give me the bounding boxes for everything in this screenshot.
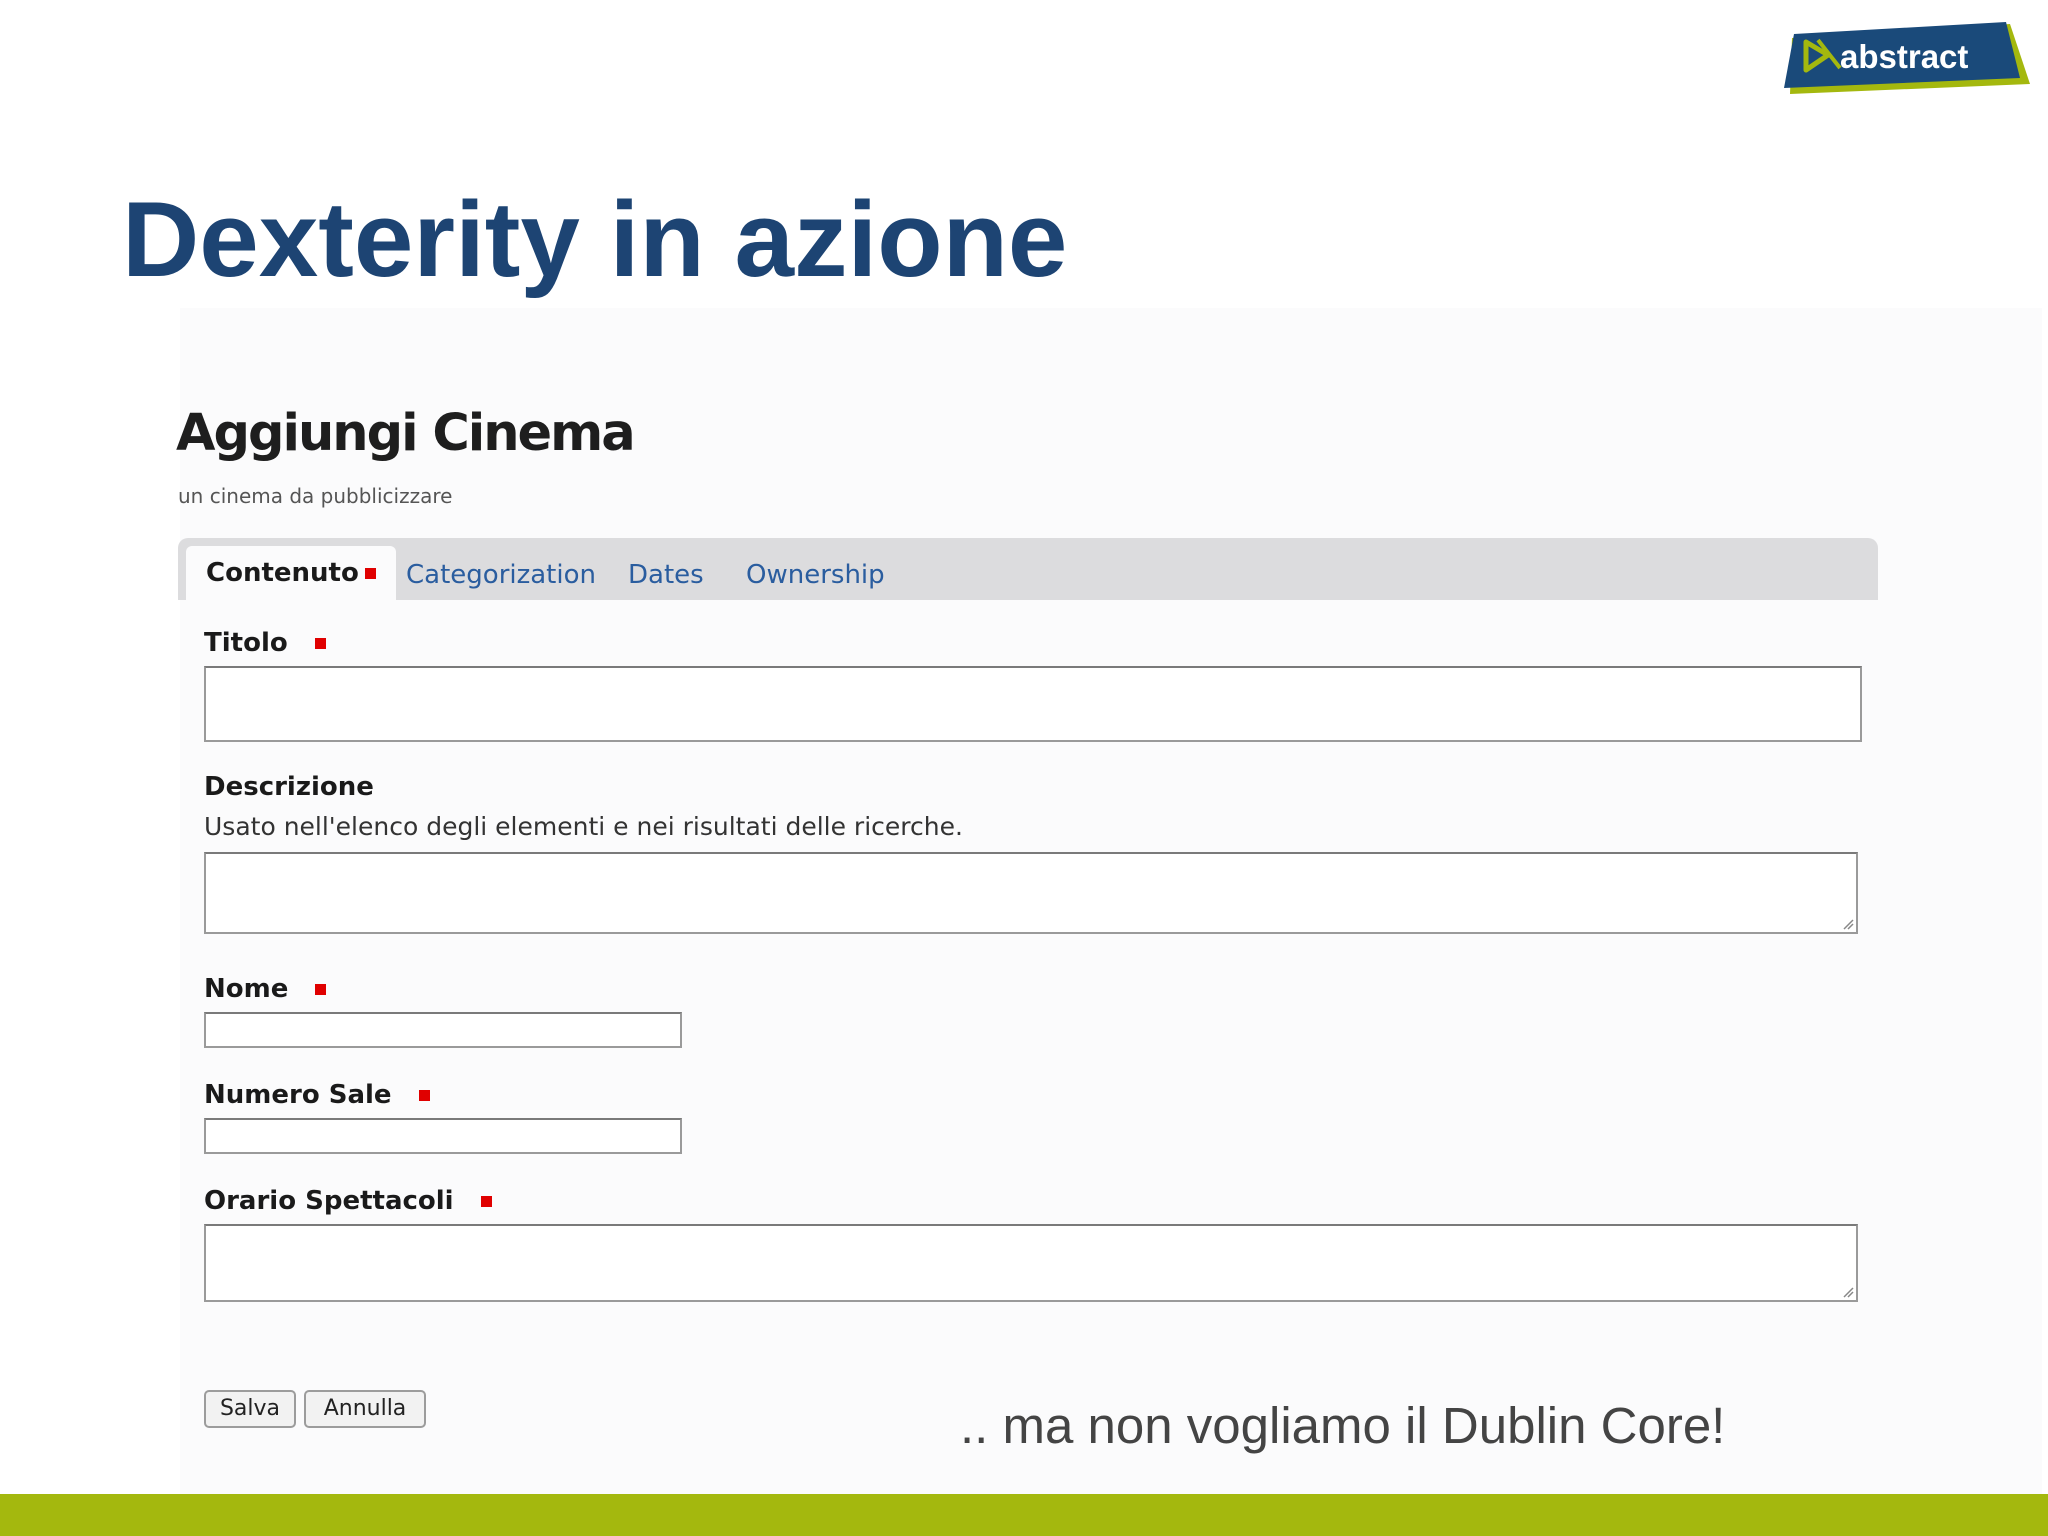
required-marker-icon (364, 568, 376, 579)
orario-spettacoli-label-text: Orario Spettacoli (204, 1186, 454, 1216)
required-marker-icon (314, 638, 326, 649)
descrizione-textarea[interactable] (204, 852, 1858, 934)
required-marker-icon (418, 1090, 430, 1101)
numero-sale-input[interactable] (204, 1118, 682, 1154)
descrizione-label: Descrizione (204, 772, 374, 802)
slide-caption: .. ma non vogliamo il Dublin Core! (960, 1397, 1726, 1454)
titolo-label: Titolo (204, 628, 326, 658)
footer-bar (0, 1494, 2048, 1536)
numero-sale-label-text: Numero Sale (204, 1080, 392, 1110)
required-marker-icon (315, 984, 327, 995)
resize-grip-icon[interactable] (1840, 916, 1854, 930)
resize-grip-icon[interactable] (1840, 1284, 1854, 1298)
required-marker-icon (480, 1196, 492, 1207)
tab-label: Contenuto (206, 558, 359, 588)
tab-dates[interactable]: Dates (628, 556, 704, 600)
titolo-input[interactable] (204, 666, 1862, 742)
abstract-logo: abstract (1784, 22, 2030, 100)
orario-spettacoli-textarea[interactable] (204, 1224, 1858, 1302)
descrizione-help: Usato nell'elenco degli elementi e nei r… (204, 812, 963, 841)
cancel-button[interactable]: Annulla (304, 1390, 426, 1428)
abstract-logo-mark: abstract (1784, 22, 2030, 94)
save-button[interactable]: Salva (204, 1390, 296, 1428)
tab-contenuto[interactable]: Contenuto (186, 546, 396, 600)
nome-label-text: Nome (204, 974, 289, 1004)
nome-input[interactable] (204, 1012, 682, 1048)
nome-label: Nome (204, 974, 327, 1004)
tab-categorization[interactable]: Categorization (406, 556, 596, 600)
page-title: Aggiungi Cinema (176, 404, 636, 463)
orario-spettacoli-label: Orario Spettacoli (204, 1186, 492, 1216)
tab-ownership[interactable]: Ownership (746, 556, 885, 600)
svg-text:abstract: abstract (1840, 38, 1968, 75)
slide-title: Dexterity in azione (122, 179, 1068, 299)
page-subtitle: un cinema da pubblicizzare (178, 484, 453, 508)
titolo-label-text: Titolo (204, 628, 288, 658)
tab-bar: Contenuto Categorization Dates Ownership (178, 538, 1878, 600)
numero-sale-label: Numero Sale (204, 1080, 430, 1110)
